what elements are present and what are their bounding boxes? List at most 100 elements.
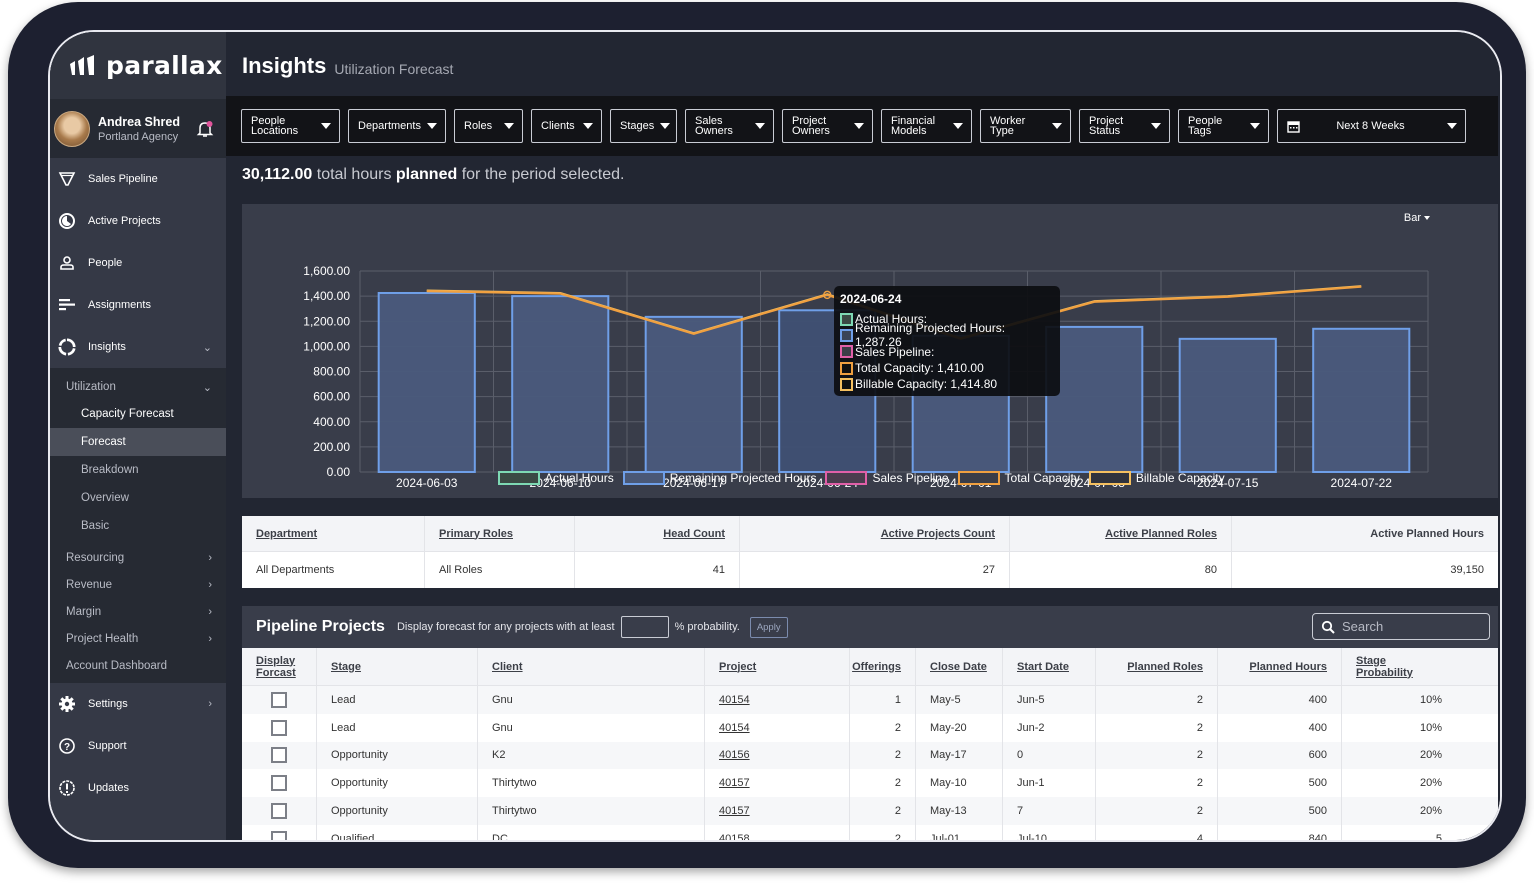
- column-header-offerings[interactable]: Offerings: [850, 648, 916, 685]
- project-link[interactable]: 40154: [719, 694, 750, 706]
- display-forecast-checkbox[interactable]: [271, 691, 287, 708]
- caret-down-icon: [321, 123, 331, 129]
- search-input[interactable]: Search: [1312, 613, 1490, 640]
- submenu-item-basic[interactable]: Basic: [50, 512, 226, 540]
- notification-bell-icon[interactable]: [196, 120, 214, 138]
- filter-roles[interactable]: Roles: [454, 109, 523, 143]
- sidebar-item-sales-pipeline[interactable]: Sales Pipeline: [50, 158, 226, 200]
- sidebar-item-insights[interactable]: Insights ⌄: [50, 326, 226, 368]
- submenu-account-dashboard[interactable]: Account Dashboard: [50, 652, 226, 679]
- submenu-item-forecast[interactable]: Forecast: [50, 428, 226, 456]
- submenu-utilization[interactable]: Utilization ⌄: [50, 374, 226, 400]
- submenu-revenue[interactable]: Revenue ›: [50, 571, 226, 598]
- legend-item[interactable]: Sales Pipeline: [825, 471, 949, 485]
- parallax-logo-icon: [70, 54, 94, 75]
- submenu-project-health[interactable]: Project Health ›: [50, 625, 226, 652]
- filter-stages[interactable]: Stages: [610, 109, 677, 143]
- column-header-stage[interactable]: Stage: [317, 648, 478, 685]
- display-forecast-checkbox[interactable]: [271, 775, 287, 792]
- legend-item[interactable]: Billable Capacity: [1088, 471, 1225, 485]
- sidebar-item-updates[interactable]: Updates: [50, 767, 226, 809]
- submenu-item-capacity-forecast[interactable]: Capacity Forecast: [50, 400, 226, 428]
- legend-item[interactable]: Total Capacity: [957, 471, 1080, 485]
- brand[interactable]: parallax: [50, 32, 226, 100]
- display-forecast-checkbox[interactable]: [271, 803, 287, 820]
- chevron-down-icon: ⌄: [202, 381, 212, 394]
- tooltip-row-label: Billable Capacity: 1,414.80: [855, 377, 998, 392]
- sidebar-item-support[interactable]: ? Support: [50, 725, 226, 767]
- display-forecast-checkbox[interactable]: [271, 719, 287, 736]
- project-link[interactable]: 40156: [719, 749, 750, 761]
- column-header-head-count[interactable]: Head Count: [575, 516, 740, 551]
- column-header-department[interactable]: Department: [242, 516, 425, 551]
- column-header-close-date[interactable]: Close Date: [916, 648, 1003, 685]
- sidebar-item-people[interactable]: People: [50, 242, 226, 284]
- cell-stage-probability: 10%: [1419, 693, 1442, 706]
- cell-stage: Opportunity: [317, 741, 478, 770]
- cell-offerings: 2: [850, 741, 916, 770]
- pipeline-projects-panel: Pipeline Projects Display forecast for a…: [242, 606, 1498, 840]
- display-forecast-checkbox[interactable]: [271, 747, 287, 764]
- legend-label: Billable Capacity: [1135, 471, 1225, 485]
- help-icon: ?: [58, 737, 76, 755]
- legend-item[interactable]: Actual Hours: [498, 471, 614, 485]
- tooltip-title: 2024-06-24: [840, 292, 902, 306]
- legend-label: Remaining Projected Hours: [669, 471, 817, 485]
- cell-client: K2: [478, 741, 705, 770]
- project-link[interactable]: 40158: [719, 833, 750, 840]
- filter-departments[interactable]: Departments: [348, 109, 446, 143]
- apply-button[interactable]: Apply: [749, 616, 788, 638]
- calendar-icon: [1287, 120, 1300, 133]
- sidebar-item-label: Active Projects: [88, 215, 161, 227]
- chevron-right-icon: ›: [208, 605, 212, 618]
- filter-clients[interactable]: Clients: [531, 109, 602, 143]
- user-profile[interactable]: Andrea Shred Portland Agency: [50, 100, 226, 158]
- filter-people-tags[interactable]: People Tags: [1178, 109, 1269, 143]
- date-range-filter[interactable]: Next 8 Weeks: [1277, 109, 1466, 143]
- column-header-planned-roles[interactable]: Planned Roles: [1096, 648, 1218, 685]
- sidebar-item-settings[interactable]: Settings ›: [50, 683, 226, 725]
- submenu-margin[interactable]: Margin ›: [50, 598, 226, 625]
- project-link[interactable]: 40154: [719, 722, 750, 734]
- column-header-client[interactable]: Client: [478, 648, 705, 685]
- caret-down-icon: [1250, 123, 1260, 129]
- project-link[interactable]: 40157: [719, 805, 750, 817]
- funnel-icon: [58, 170, 76, 188]
- filter-people-locations[interactable]: People Locations: [241, 109, 340, 143]
- filter-project-status[interactable]: Project Status: [1079, 109, 1170, 143]
- column-header-start-date[interactable]: Start Date: [1003, 648, 1096, 685]
- filter-worker-type[interactable]: Worker Type: [980, 109, 1071, 143]
- sidebar-item-active-projects[interactable]: Active Projects: [50, 200, 226, 242]
- summary-text: for the period selected.: [457, 166, 625, 183]
- page-title: Insights: [242, 53, 327, 78]
- column-header-display-forecast[interactable]: Display Forcast: [242, 648, 317, 685]
- sidebar-item-assignments[interactable]: Assignments: [50, 284, 226, 326]
- page-subtitle: Utilization Forecast: [334, 61, 454, 77]
- column-header-stage-probability[interactable]: Stage Probability: [1342, 648, 1456, 685]
- caret-down-icon: [504, 123, 514, 129]
- submenu-resourcing[interactable]: Resourcing ›: [50, 544, 226, 571]
- cell-project: 40154: [705, 686, 850, 714]
- filter-project-owners[interactable]: Project Owners: [782, 109, 873, 143]
- tooltip-row-label: Total Capacity: 1,410.00: [855, 361, 984, 376]
- cell-client: Gnu: [478, 686, 705, 714]
- submenu-label: Revenue: [66, 578, 113, 591]
- project-link[interactable]: 40157: [719, 777, 750, 789]
- column-header-project[interactable]: Project: [705, 648, 850, 685]
- filter-sales-owners[interactable]: Sales Owners: [685, 109, 774, 143]
- column-header-active-planned-roles[interactable]: Active Planned Roles: [1010, 516, 1232, 551]
- insights-submenu: Utilization ⌄ Capacity Forecast Forecast…: [50, 368, 226, 683]
- column-header-primary-roles[interactable]: Primary Roles: [425, 516, 575, 551]
- probability-input[interactable]: [620, 616, 669, 638]
- column-header-active-projects-count[interactable]: Active Projects Count: [740, 516, 1010, 551]
- cell-planned-hours: 400: [1218, 713, 1342, 742]
- submenu-item-overview[interactable]: Overview: [50, 484, 226, 512]
- column-header-active-planned-hours[interactable]: Active Planned Hours: [1232, 516, 1498, 551]
- tooltip-row-label: Sales Pipeline:: [855, 344, 935, 359]
- legend-item[interactable]: Remaining Projected Hours: [622, 471, 817, 485]
- submenu-label: Margin: [66, 605, 102, 618]
- submenu-item-breakdown[interactable]: Breakdown: [50, 456, 226, 484]
- filter-financial-models[interactable]: Financial Models: [881, 109, 972, 143]
- display-forecast-checkbox[interactable]: [271, 830, 287, 840]
- column-header-planned-hours[interactable]: Planned Hours: [1218, 648, 1342, 685]
